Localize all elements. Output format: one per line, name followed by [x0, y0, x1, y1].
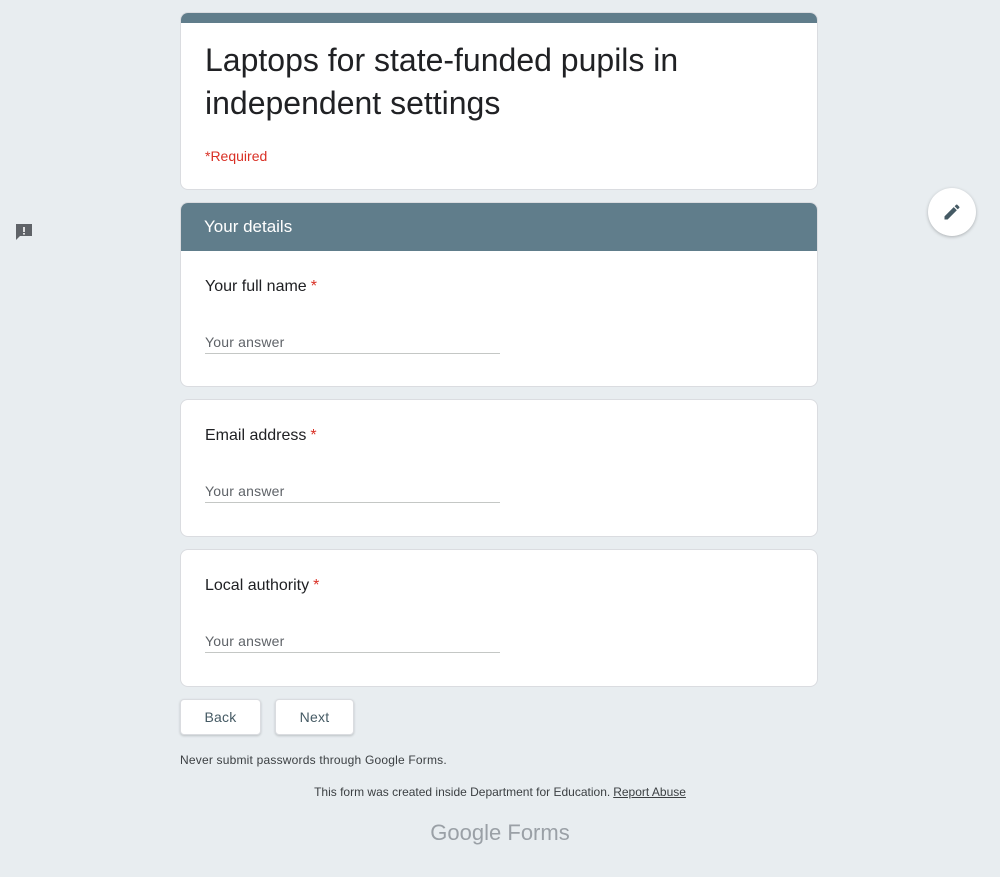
password-warning: Never submit passwords through Google Fo…	[180, 753, 447, 767]
question-card-email: Email address *	[180, 399, 818, 537]
header-accent-bar	[181, 13, 817, 23]
edit-button[interactable]	[928, 188, 976, 236]
next-button[interactable]: Next	[275, 699, 354, 735]
question-label-text: Your full name	[205, 278, 307, 295]
report-abuse-link[interactable]: Report Abuse	[613, 785, 686, 799]
brand-forms: Forms	[507, 820, 570, 845]
question-card-local-authority: Local authority *	[180, 549, 818, 687]
brand-google: Google	[430, 820, 502, 845]
question-label-full-name: Your full name *	[205, 278, 317, 296]
question-label-text: Email address	[205, 427, 307, 444]
google-forms-logo: Google Forms	[0, 820, 1000, 846]
email-input[interactable]	[205, 480, 500, 503]
form-title: Laptops for state-funded pupils in indep…	[205, 42, 679, 121]
full-name-input[interactable]	[205, 331, 500, 354]
required-mark: *	[310, 427, 317, 444]
question-label-local-authority: Local authority *	[205, 577, 319, 595]
section-title: Your details	[181, 203, 817, 251]
local-authority-input[interactable]	[205, 630, 500, 653]
section-card: Your details Your full name *	[180, 202, 818, 387]
created-by-text: This form was created inside Department …	[314, 785, 611, 799]
feedback-icon[interactable]	[14, 222, 34, 242]
question-label-text: Local authority	[205, 577, 310, 594]
pencil-icon	[944, 204, 960, 220]
required-mark: *	[313, 577, 320, 594]
back-button[interactable]: Back	[180, 699, 261, 735]
required-mark: *	[310, 278, 317, 295]
footer-note: This form was created inside Department …	[0, 785, 1000, 799]
question-label-email: Email address *	[205, 427, 317, 445]
form-header-card: Laptops for state-funded pupils in indep…	[180, 12, 818, 190]
required-note: *Required	[205, 148, 268, 164]
